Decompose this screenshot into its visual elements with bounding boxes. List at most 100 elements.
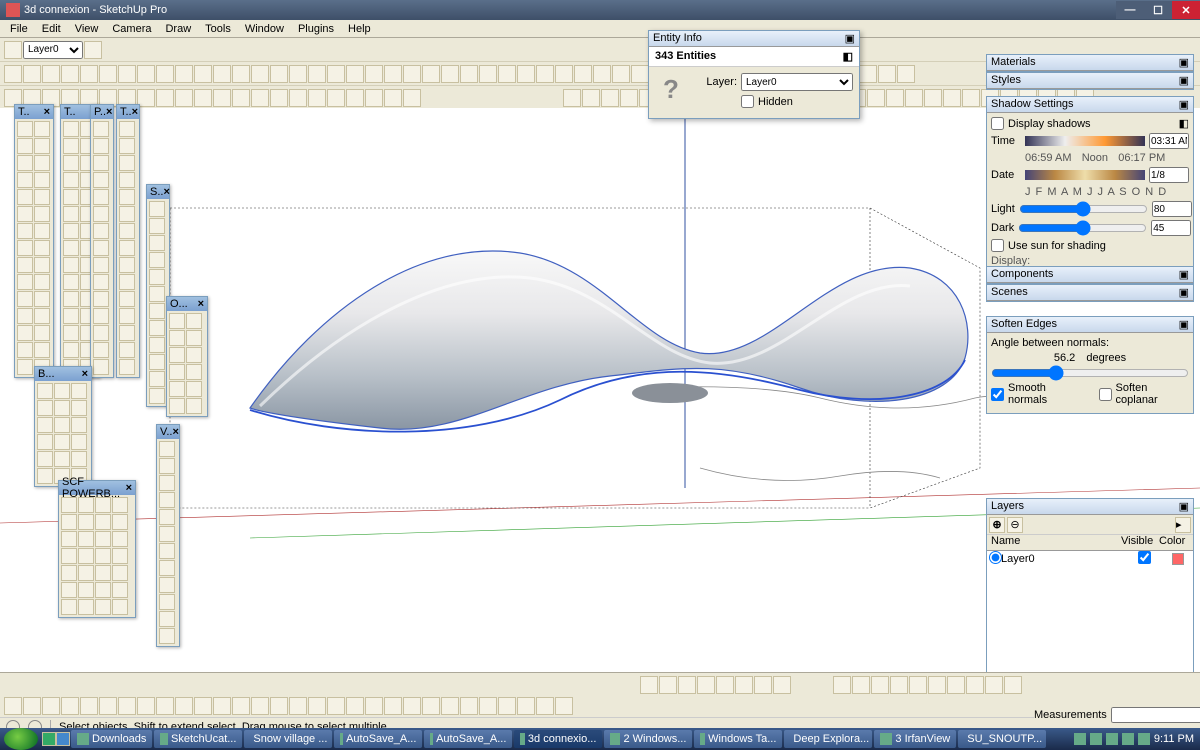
- toolbar-button[interactable]: [612, 65, 630, 83]
- render-button[interactable]: [947, 676, 965, 694]
- entity-info-panel[interactable]: Entity Info▣ 343 Entities◧ ? Layer: Laye…: [648, 30, 860, 119]
- toolbar-button[interactable]: [422, 65, 440, 83]
- taskbar-item[interactable]: AutoSave_A...: [424, 730, 512, 748]
- plugin-button[interactable]: [536, 697, 554, 715]
- tool-button[interactable]: [17, 342, 33, 358]
- tool-button[interactable]: [78, 514, 94, 530]
- collapse-icon[interactable]: ▣: [1179, 98, 1189, 111]
- tool-button[interactable]: [93, 223, 109, 239]
- toolbar-button[interactable]: [403, 65, 421, 83]
- toolbar-button[interactable]: [403, 89, 421, 107]
- toolbar-button[interactable]: [327, 89, 345, 107]
- volume-icon[interactable]: [1138, 733, 1150, 745]
- tool-button[interactable]: [34, 121, 50, 137]
- toolbar-button[interactable]: [878, 65, 896, 83]
- toolbar-button[interactable]: [118, 65, 136, 83]
- tool-button[interactable]: [169, 398, 185, 414]
- light-slider[interactable]: [1019, 203, 1148, 215]
- tool-button[interactable]: [63, 240, 79, 256]
- tool-button[interactable]: [159, 628, 175, 644]
- tool-button[interactable]: [112, 599, 128, 615]
- minimize-button[interactable]: —: [1116, 1, 1144, 19]
- toolbar-button[interactable]: [23, 65, 41, 83]
- tool-button[interactable]: [34, 155, 50, 171]
- tool-button[interactable]: [149, 286, 165, 302]
- palette-draw[interactable]: T..× document.write(Array.from({length:3…: [14, 104, 54, 378]
- tool-button[interactable]: [78, 548, 94, 564]
- start-button[interactable]: [4, 728, 38, 750]
- tool-button[interactable]: [159, 526, 175, 542]
- view-preset-button[interactable]: [678, 676, 696, 694]
- tool-button[interactable]: [149, 388, 165, 404]
- tool-button[interactable]: [63, 308, 79, 324]
- tool-button[interactable]: [186, 347, 202, 363]
- palette-toolset-8[interactable]: V..× document.write(Array.from({length:1…: [156, 424, 180, 647]
- plugin-button[interactable]: [80, 697, 98, 715]
- tool-button[interactable]: [17, 291, 33, 307]
- layer-row[interactable]: Layer0: [987, 551, 1193, 567]
- taskbar-item[interactable]: Snow village ...: [244, 730, 332, 748]
- plugin-button[interactable]: [270, 697, 288, 715]
- quicklaunch-icon[interactable]: [42, 732, 56, 746]
- toolbar-button[interactable]: [574, 65, 592, 83]
- tool-button[interactable]: [54, 383, 70, 399]
- tool-button[interactable]: [159, 441, 175, 457]
- plugin-button[interactable]: [308, 697, 326, 715]
- tool-button[interactable]: [95, 548, 111, 564]
- palette-toolset-7[interactable]: B...× document.write(Array.from({length:…: [34, 366, 92, 487]
- tool-button[interactable]: [63, 172, 79, 188]
- toolbar-button[interactable]: [232, 65, 250, 83]
- tool-button[interactable]: [119, 155, 135, 171]
- plugin-button[interactable]: [175, 697, 193, 715]
- close-icon[interactable]: ×: [172, 426, 178, 438]
- tool-button[interactable]: [17, 138, 33, 154]
- clock[interactable]: 9:11 PM: [1154, 733, 1194, 745]
- tool-button[interactable]: [34, 172, 50, 188]
- close-icon[interactable]: ×: [44, 106, 50, 118]
- toolbar-button[interactable]: [175, 89, 193, 107]
- plugin-button[interactable]: [137, 697, 155, 715]
- tool-button[interactable]: [17, 257, 33, 273]
- tool-button[interactable]: [63, 121, 79, 137]
- quicklaunch-icon[interactable]: [56, 732, 70, 746]
- tool-button[interactable]: [119, 308, 135, 324]
- tool-button[interactable]: [78, 531, 94, 547]
- toolbar-button[interactable]: [536, 65, 554, 83]
- toolbar-button[interactable]: [175, 65, 193, 83]
- tool-button[interactable]: [93, 138, 109, 154]
- palette-scf-powerbar[interactable]: SCF POWERB...× document.write(Array.from…: [58, 480, 136, 618]
- tool-button[interactable]: [119, 274, 135, 290]
- tool-button[interactable]: [17, 189, 33, 205]
- tool-button[interactable]: [119, 189, 135, 205]
- tool-button[interactable]: [34, 138, 50, 154]
- toolbar-button[interactable]: [384, 65, 402, 83]
- palette-toolset-4[interactable]: T..× document.write(Array.from({length:1…: [116, 104, 140, 378]
- tool-button[interactable]: [61, 497, 77, 513]
- plugin-button[interactable]: [365, 697, 383, 715]
- plugin-button[interactable]: [61, 697, 79, 715]
- tool-button[interactable]: [149, 303, 165, 319]
- toolbar-button[interactable]: [582, 89, 600, 107]
- plugin-button[interactable]: [384, 697, 402, 715]
- taskbar-item[interactable]: AutoSave_A...: [334, 730, 422, 748]
- dark-field[interactable]: [1151, 220, 1191, 236]
- menu-edit[interactable]: Edit: [36, 21, 67, 37]
- collapse-icon[interactable]: ▣: [1179, 56, 1189, 69]
- tool-button[interactable]: [34, 342, 50, 358]
- toolbar-button[interactable]: [4, 65, 22, 83]
- toolbar-button[interactable]: [346, 65, 364, 83]
- time-field[interactable]: [1149, 133, 1189, 149]
- tool-button[interactable]: [17, 172, 33, 188]
- toolbar-button[interactable]: [631, 65, 649, 83]
- tool-button[interactable]: [34, 189, 50, 205]
- tool-button[interactable]: [93, 240, 109, 256]
- remove-layer-icon[interactable]: ⊖: [1007, 517, 1023, 533]
- tool-button[interactable]: [37, 383, 53, 399]
- tool-button[interactable]: [34, 257, 50, 273]
- toolbar-button[interactable]: [270, 89, 288, 107]
- tool-button[interactable]: [63, 325, 79, 341]
- plugin-button[interactable]: [251, 697, 269, 715]
- taskbar-item[interactable]: SU_SNOUTP...: [958, 730, 1046, 748]
- toolbar-button[interactable]: [213, 65, 231, 83]
- add-layer-icon[interactable]: ⊕: [989, 517, 1005, 533]
